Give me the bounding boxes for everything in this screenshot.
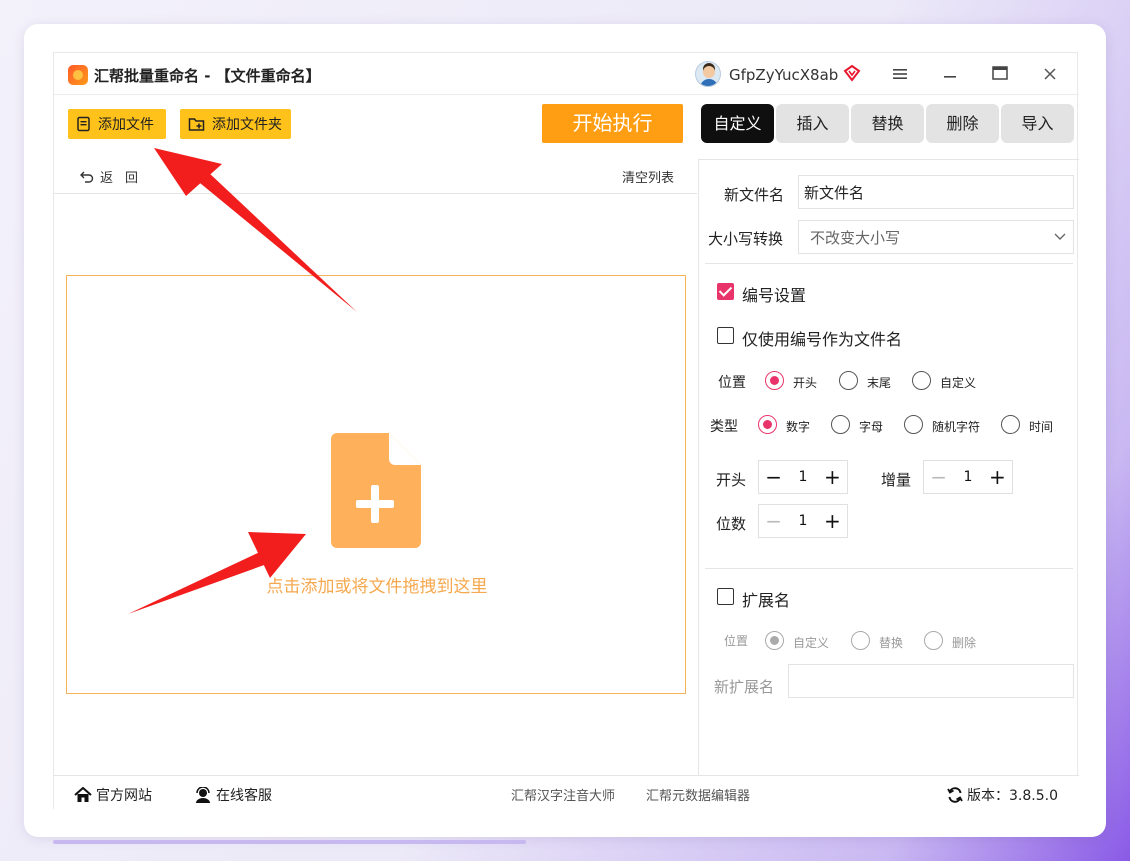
scroll-indicator[interactable] bbox=[53, 840, 526, 844]
username[interactable]: GfpZyYucX8ab bbox=[729, 66, 838, 84]
back-arrow-icon bbox=[80, 171, 94, 183]
add-folder-icon bbox=[188, 118, 205, 131]
tab-insert[interactable]: 插入 bbox=[776, 104, 849, 143]
type-radio-time[interactable] bbox=[1001, 415, 1020, 434]
back-button[interactable]: 返回 bbox=[80, 167, 150, 186]
extension-label: 扩展名 bbox=[742, 591, 791, 610]
user-avatar[interactable] bbox=[695, 61, 721, 87]
drop-hint-text: 点击添加或将文件拖拽到这里 bbox=[266, 577, 488, 597]
new-ext-label: 新扩展名 bbox=[714, 678, 775, 696]
title-bar: 汇帮批量重命名 - 【文件重命名】 GfpZyYucX8ab bbox=[54, 53, 1079, 95]
only-number-checkbox[interactable] bbox=[717, 327, 734, 344]
digits-value[interactable]: 1 bbox=[788, 513, 817, 529]
close-icon[interactable] bbox=[1038, 63, 1062, 87]
start-button[interactable]: 开始执行 bbox=[542, 104, 683, 143]
footer-link-pinyin[interactable]: 汇帮汉字注音大师 bbox=[511, 785, 615, 804]
case-select[interactable]: 不改变大小写 bbox=[798, 220, 1074, 254]
digits-stepper[interactable]: − 1 + bbox=[758, 504, 848, 538]
digits-label: 位数 bbox=[716, 515, 747, 533]
numbering-label: 编号设置 bbox=[742, 286, 807, 305]
new-ext-input[interactable] bbox=[788, 664, 1074, 698]
position-label: 位置 bbox=[718, 375, 746, 391]
app-window: 汇帮批量重命名 - 【文件重命名】 GfpZyYucX8ab 添加文件 添加文件… bbox=[53, 52, 1079, 810]
case-label: 大小写转换 bbox=[708, 230, 784, 248]
official-website-link[interactable]: 官方网站 bbox=[74, 785, 152, 805]
increment-value[interactable]: 1 bbox=[953, 469, 982, 485]
start-decrement-button[interactable]: − bbox=[759, 461, 788, 493]
ext-position-radio-delete[interactable] bbox=[924, 631, 943, 650]
type-radio-random[interactable] bbox=[904, 415, 923, 434]
type-option-letter: 字母 bbox=[859, 420, 884, 434]
add-file-large-icon bbox=[331, 433, 421, 548]
new-name-input[interactable]: 新文件名 bbox=[798, 175, 1074, 209]
start-label: 开头 bbox=[716, 471, 747, 489]
back-label: 返回 bbox=[100, 171, 151, 186]
ext-position-option-custom: 自定义 bbox=[793, 636, 830, 650]
home-icon bbox=[74, 787, 92, 802]
add-file-label: 添加文件 bbox=[98, 117, 154, 133]
numbering-checkbox[interactable] bbox=[717, 283, 734, 300]
position-radio-custom[interactable] bbox=[912, 371, 931, 390]
tab-custom[interactable]: 自定义 bbox=[701, 104, 774, 143]
divider bbox=[705, 263, 1073, 264]
tab-import[interactable]: 导入 bbox=[1001, 104, 1074, 143]
file-drop-zone[interactable]: 点击添加或将文件拖拽到这里 bbox=[66, 275, 686, 694]
ext-position-option-delete: 删除 bbox=[952, 636, 977, 650]
clear-list-button[interactable]: 清空列表 bbox=[622, 167, 674, 186]
type-radio-letter[interactable] bbox=[831, 415, 850, 434]
add-folder-label: 添加文件夹 bbox=[212, 117, 282, 133]
increment-label: 增量 bbox=[881, 471, 912, 489]
ext-position-option-replace: 替换 bbox=[879, 636, 904, 650]
position-option-end: 末尾 bbox=[867, 376, 892, 390]
position-radio-end[interactable] bbox=[839, 371, 858, 390]
vip-diamond-icon[interactable] bbox=[843, 64, 861, 82]
add-file-icon bbox=[77, 116, 90, 132]
ext-position-label: 位置 bbox=[724, 634, 749, 648]
app-title: 汇帮批量重命名 - 【文件重命名】 bbox=[94, 67, 321, 85]
app-logo-icon bbox=[68, 65, 88, 85]
version-label: 版本：3.8.5.0 bbox=[967, 788, 1058, 804]
start-stepper[interactable]: − 1 + bbox=[758, 460, 848, 494]
digits-decrement-button[interactable]: − bbox=[759, 505, 788, 537]
add-folder-button[interactable]: 添加文件夹 bbox=[180, 109, 291, 139]
type-radio-number[interactable] bbox=[758, 415, 777, 434]
tab-replace[interactable]: 替换 bbox=[851, 104, 924, 143]
type-option-number: 数字 bbox=[786, 420, 811, 434]
tab-delete[interactable]: 删除 bbox=[926, 104, 999, 143]
start-increment-button[interactable]: + bbox=[818, 461, 847, 493]
menu-icon[interactable] bbox=[888, 63, 912, 87]
file-list-header: 返回 清空列表 bbox=[54, 159, 697, 194]
increment-increment-button[interactable]: + bbox=[983, 461, 1012, 493]
position-radio-start[interactable] bbox=[765, 371, 784, 390]
refresh-icon bbox=[947, 787, 963, 803]
type-label: 类型 bbox=[710, 419, 738, 435]
only-number-label: 仅使用编号作为文件名 bbox=[742, 330, 903, 349]
start-value[interactable]: 1 bbox=[788, 469, 817, 485]
support-agent-icon bbox=[196, 787, 210, 803]
official-website-label: 官方网站 bbox=[96, 788, 152, 804]
extension-checkbox[interactable] bbox=[717, 588, 734, 605]
new-name-label: 新文件名 bbox=[724, 186, 785, 204]
increment-decrement-button[interactable]: − bbox=[924, 461, 953, 493]
version-info[interactable]: 版本：3.8.5.0 bbox=[947, 785, 1058, 805]
digits-increment-button[interactable]: + bbox=[818, 505, 847, 537]
ext-position-radio-custom[interactable] bbox=[765, 631, 784, 650]
type-option-random: 随机字符 bbox=[932, 420, 981, 434]
type-option-time: 时间 bbox=[1029, 420, 1054, 434]
position-option-custom: 自定义 bbox=[940, 376, 977, 390]
add-file-button[interactable]: 添加文件 bbox=[68, 109, 166, 139]
case-select-value: 不改变大小写 bbox=[810, 228, 901, 247]
chevron-down-icon bbox=[1054, 233, 1066, 240]
ext-position-radio-replace[interactable] bbox=[851, 631, 870, 650]
divider bbox=[705, 568, 1073, 569]
online-support-label: 在线客服 bbox=[216, 788, 272, 804]
footer-link-metadata[interactable]: 汇帮元数据编辑器 bbox=[646, 785, 750, 804]
settings-panel: 新文件名 新文件名 大小写转换 不改变大小写 编号设置 仅使用编号作为文件名 位… bbox=[698, 159, 1079, 776]
increment-stepper[interactable]: − 1 + bbox=[923, 460, 1013, 494]
footer-bar: 官方网站 在线客服 汇帮汉字注音大师 汇帮元数据编辑器 版本：3.8.5.0 bbox=[54, 775, 1079, 810]
position-option-start: 开头 bbox=[793, 376, 818, 390]
maximize-icon[interactable] bbox=[988, 63, 1012, 87]
online-support-link[interactable]: 在线客服 bbox=[194, 785, 272, 805]
minimize-icon[interactable] bbox=[938, 63, 962, 87]
